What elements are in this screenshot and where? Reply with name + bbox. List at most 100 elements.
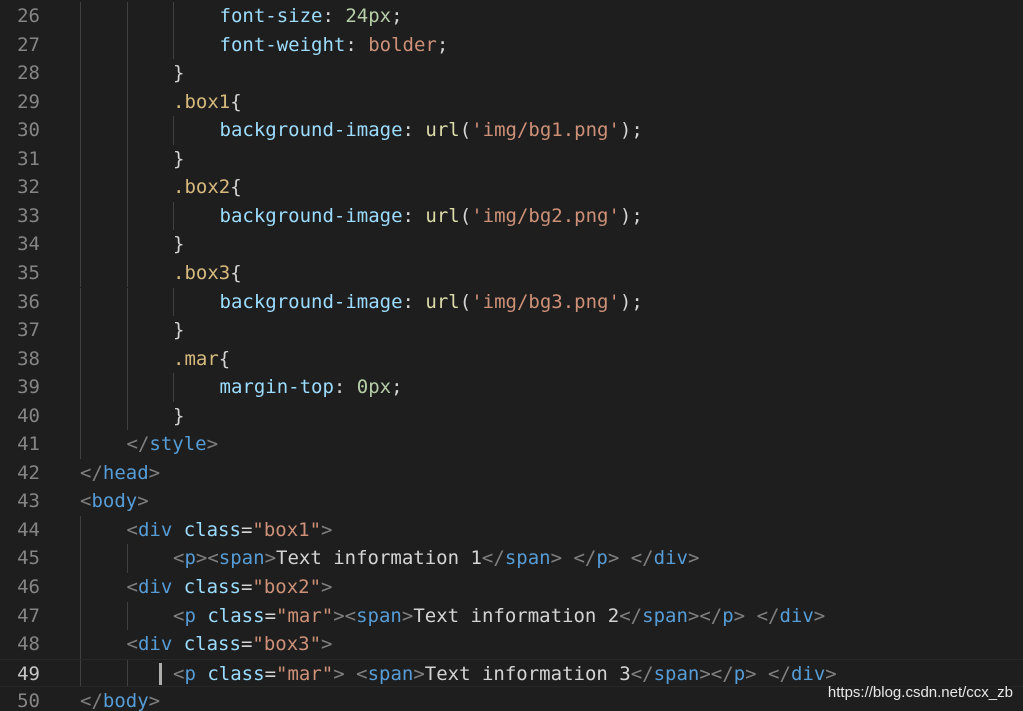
code-line[interactable]: 29 .box1{ (0, 87, 1023, 117)
tag-bracket: > (825, 662, 837, 685)
code-line[interactable]: 34} (0, 230, 1023, 259)
tag-bracket: < (126, 518, 138, 541)
code-text[interactable]: .mar{ (173, 345, 230, 374)
indent-guide (80, 601, 81, 631)
indent-guide (80, 2, 81, 31)
indent-guide (80, 287, 81, 317)
css-function: url (425, 119, 460, 142)
code-text[interactable]: <p class="mar"> <span>Text information 3… (173, 660, 837, 689)
indent-guide (126, 116, 128, 145)
code-text[interactable]: <div class="box2"> (127, 573, 333, 602)
code-editor[interactable]: 26 font-size: 24px; 27 font-weight: bolder;… (0, 0, 1023, 711)
code-line[interactable]: 45 <p><span>Text information 1</span> </p… (0, 544, 1023, 573)
code-text[interactable]: background-image: url('img/bg1.png'); (220, 116, 643, 145)
line-number: 28 (17, 62, 40, 85)
code-text[interactable]: font-weight: bolder; (220, 31, 449, 60)
code-line[interactable]: 26 font-size: 24px; (0, 2, 1023, 31)
punctuation: : (333, 376, 357, 399)
tag-bracket: > (321, 576, 333, 598)
punctuation: ( (459, 290, 472, 313)
code-text[interactable]: } (173, 145, 184, 174)
code-text[interactable]: <body> (80, 487, 149, 516)
code-text[interactable]: } (173, 402, 184, 431)
code-text[interactable]: background-image: url('img/bg3.png'); (220, 288, 643, 317)
line-number: 27 (17, 33, 40, 56)
attribute-name: class (207, 604, 265, 627)
tag-name: p (722, 604, 734, 627)
punctuation: = (240, 518, 253, 541)
attribute-name: class (183, 518, 241, 541)
tag-bracket: </ (481, 547, 505, 570)
attribute-name: class (183, 576, 241, 598)
code-line[interactable]: 35 .box3{ (0, 258, 1023, 288)
css-property: font-weight (219, 33, 346, 56)
indent-guide (80, 30, 81, 60)
tag-bracket: </ (573, 547, 597, 570)
code-line[interactable]: 40} (0, 401, 1023, 431)
punctuation: : (345, 33, 369, 56)
code-text[interactable]: <div class="box3"> (127, 630, 333, 659)
code-line[interactable]: 47 <p class="mar"><span>Text information … (0, 601, 1023, 631)
code-line[interactable]: 39 margin-top: 0px; (0, 373, 1023, 402)
indent-guide (126, 144, 128, 174)
indent-guide (173, 30, 174, 60)
code-line[interactable]: 44 <div class="box1"> (0, 515, 1023, 545)
code-text[interactable]: <p><span>Text information 1</span> </p> … (173, 544, 699, 573)
indent-guide (126, 2, 128, 31)
tag-bracket: </ (80, 690, 103, 711)
code-text[interactable]: <p class="mar"><span>Text information 2<… (173, 602, 825, 631)
code-text[interactable]: font-size: 24px; (220, 2, 403, 31)
code-text[interactable]: <div class="box1"> (127, 516, 333, 545)
code-text[interactable]: .box1{ (173, 88, 242, 117)
line-number: 46 (17, 576, 40, 598)
code-line[interactable]: 48 <div class="box3"> (0, 630, 1023, 659)
punctuation: } (173, 233, 185, 256)
code-line[interactable]: 32 .box2{ (0, 173, 1023, 202)
code-line[interactable]: 28} (0, 59, 1023, 88)
css-selector: .mar (173, 347, 219, 370)
code-line[interactable]: 27 font-weight: bolder; (0, 30, 1023, 60)
code-line[interactable]: 42 </head> (0, 459, 1023, 488)
code-text[interactable]: margin-top: 0px; (220, 373, 403, 402)
tag-bracket: </ (768, 662, 791, 685)
tag-bracket: < (356, 662, 368, 685)
tag-name: head (102, 461, 149, 484)
code-line[interactable]: 38 .mar{ (0, 344, 1023, 374)
punctuation: } (173, 62, 185, 85)
line-number: 34 (17, 233, 40, 256)
code-text[interactable]: .box3{ (173, 259, 242, 288)
code-line[interactable]: 46 <div class="box2"> (0, 573, 1023, 602)
code-line[interactable]: 30 background-image: url('img/bg1.png'); (0, 116, 1023, 145)
code-text[interactable]: background-image: url('img/bg2.png'); (220, 202, 643, 231)
code-text[interactable]: </body> (80, 687, 160, 711)
code-text[interactable]: } (173, 230, 184, 259)
tag-bracket: > (137, 490, 149, 513)
tag-name: span (653, 662, 700, 685)
code-line[interactable]: 36 background-image: url('img/bg3.png'); (0, 287, 1023, 317)
code-text[interactable]: </style> (127, 430, 219, 459)
text-content (345, 663, 356, 685)
indent-guide (80, 59, 81, 88)
tag-bracket: > (413, 662, 425, 685)
indent-guide (80, 230, 81, 259)
code-line[interactable]: 43 <body> (0, 487, 1023, 516)
text-content: Text information 3 (424, 662, 631, 685)
code-text[interactable]: } (173, 316, 184, 345)
tag-bracket: </ (80, 461, 103, 484)
code-text[interactable]: </head> (80, 459, 160, 488)
tag-bracket: > (745, 662, 757, 685)
code-line[interactable]: 31} (0, 144, 1023, 174)
code-text[interactable]: .box2{ (173, 173, 242, 202)
code-line[interactable]: 49 <p class="mar"> <span>Text information… (0, 658, 1023, 689)
tag-bracket: < (173, 547, 185, 570)
code-line[interactable]: 37} (0, 316, 1023, 345)
indent-guide (126, 287, 128, 317)
code-line[interactable]: 41 </style> (0, 430, 1023, 459)
tag-name: div (779, 604, 814, 627)
punctuation: : (402, 290, 426, 313)
code-text[interactable]: } (173, 59, 184, 88)
indent-guide (80, 87, 81, 117)
code-line[interactable]: 33 background-image: url('img/bg2.png'); (0, 201, 1023, 231)
css-function: url (425, 204, 460, 227)
punctuation: = (240, 633, 253, 656)
